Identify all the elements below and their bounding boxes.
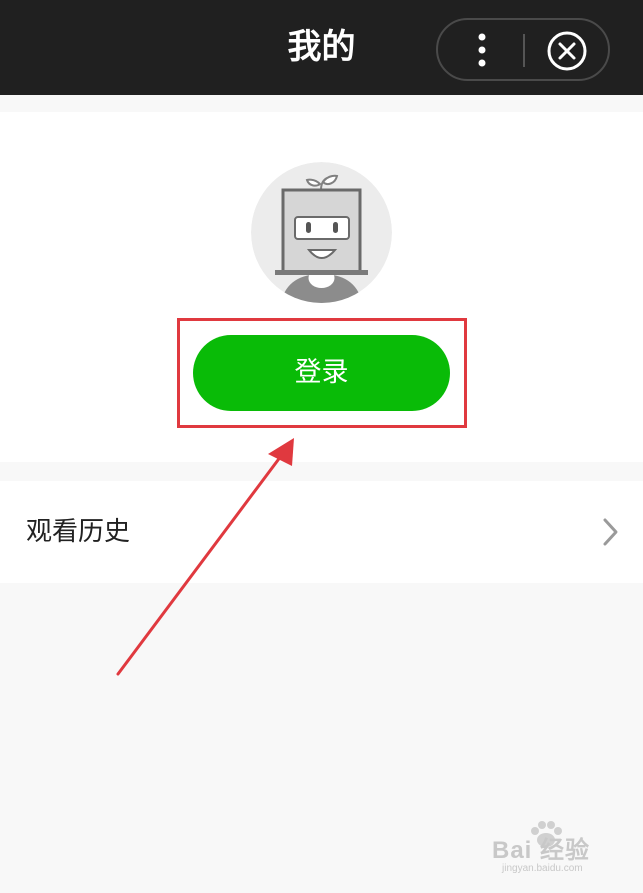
close-button[interactable]: [525, 20, 608, 79]
more-vertical-icon: [478, 33, 486, 67]
watermark-text: Bai 经验: [492, 837, 591, 864]
close-circle-icon: [547, 31, 587, 71]
mini-program-capsule: [436, 18, 610, 81]
baidu-jingyan-watermark: Bai 经验 jingyan.baidu.com: [492, 820, 622, 882]
chevron-right-icon: [603, 518, 618, 546]
top-navigation-bar: 我的: [0, 0, 643, 95]
menu-item-label: 观看历史: [26, 517, 131, 547]
default-avatar-icon: [251, 162, 392, 303]
menu-item-watch-history[interactable]: 观看历史: [0, 481, 643, 583]
avatar[interactable]: [251, 162, 392, 303]
watermark-url: jingyan.baidu.com: [502, 863, 583, 874]
login-button[interactable]: 登录: [193, 335, 450, 411]
profile-card: 登录: [0, 112, 643, 462]
more-options-button[interactable]: [438, 20, 524, 79]
